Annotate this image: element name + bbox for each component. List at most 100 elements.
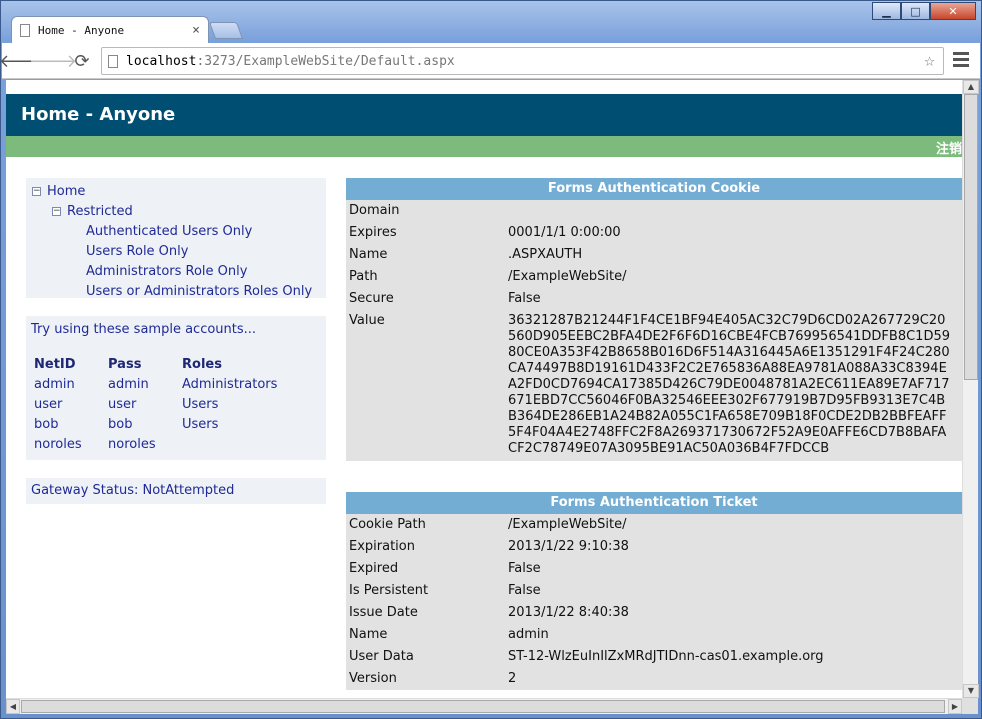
accounts-table: NetID Pass Roles admin admin Administrat…	[31, 354, 277, 454]
row-value: False	[508, 583, 541, 598]
row-key: Domain	[349, 203, 400, 218]
tree-node-restricted[interactable]: − Restricted	[26, 201, 326, 221]
address-bar[interactable]: localhost:3273/ExampleWebSite/Default.as…	[101, 47, 944, 75]
tree-node-authenticated[interactable]: Authenticated Users Only	[26, 221, 326, 241]
cell: noroles	[108, 436, 156, 452]
maximize-icon[interactable]: □	[901, 2, 930, 20]
tab-close-icon[interactable]: ×	[192, 23, 200, 38]
row-key: Secure	[349, 291, 394, 306]
table-header: NetID Pass Roles	[31, 354, 277, 374]
table-row: Expires 0001/1/1 0:00:00	[346, 222, 962, 244]
row-value: /ExampleWebSite/	[508, 517, 627, 532]
ticket-caption: Forms Authentication Ticket	[346, 492, 962, 514]
row-value: 0001/1/1 0:00:00	[508, 225, 621, 240]
row-key: Version	[349, 671, 397, 686]
scroll-down-icon[interactable]: ▼	[963, 684, 979, 698]
table-row: bob bob Users	[31, 414, 277, 434]
row-key: Value	[349, 313, 385, 328]
row-key: Expires	[349, 225, 397, 240]
table-row: user user Users	[31, 394, 277, 414]
vertical-scrollbar[interactable]: ▲ ▼	[962, 80, 979, 698]
row-value: 2	[508, 671, 517, 686]
horizontal-scrollbar[interactable]: ◀ ▶	[6, 698, 962, 714]
row-value: False	[508, 561, 541, 576]
table-row: Expiration 2013/1/22 9:10:38	[346, 536, 962, 558]
row-key: Cookie Path	[349, 517, 426, 532]
tree-node-home[interactable]: − Home	[26, 181, 326, 201]
browser-toolbar: 🡐 🡒 ⟳ localhost:3273/ExampleWebSite/Defa…	[0, 43, 980, 79]
table-row: Is Persistent False	[346, 580, 962, 602]
scroll-left-icon[interactable]: ◀	[6, 699, 20, 714]
table-row: Name .ASPXAUTH	[346, 244, 962, 266]
tree-label-home[interactable]: Home	[47, 184, 85, 199]
row-value: /ExampleWebSite/	[508, 269, 627, 284]
row-key: Name	[349, 627, 388, 642]
row-key: Path	[349, 269, 378, 284]
page-title: Home - Anyone	[6, 94, 962, 136]
auth-cookie-table: Forms Authentication Cookie Domain Expir…	[346, 178, 962, 461]
table-row: Issue Date 2013/1/22 8:40:38	[346, 602, 962, 624]
collapse-icon[interactable]: −	[32, 186, 41, 196]
cell: admin	[34, 376, 75, 392]
logout-link[interactable]: 注销	[936, 138, 962, 157]
window-controls: ▁ □ ✕	[872, 2, 976, 20]
auth-ticket-table: Forms Authentication Ticket Cookie Path /…	[346, 492, 962, 690]
scroll-thumb[interactable]	[964, 94, 978, 380]
star-icon[interactable]: ☆	[924, 50, 935, 71]
scroll-corner	[962, 698, 978, 714]
scroll-right-icon[interactable]: ▶	[948, 699, 962, 714]
page-viewport: Home - Anyone 注销 − Home − Restricted Aut…	[6, 80, 962, 698]
forward-arrow-icon[interactable]: 🡒	[29, 50, 77, 72]
row-key: Is Persistent	[349, 583, 429, 598]
row-key: Name	[349, 247, 388, 262]
table-row: Version 2	[346, 668, 962, 690]
page-icon	[20, 24, 30, 37]
tree-node-admin-role[interactable]: Administrators Role Only	[26, 261, 326, 281]
tree-label-restricted[interactable]: Restricted	[67, 204, 133, 219]
row-value: admin	[508, 627, 549, 642]
collapse-icon[interactable]: −	[52, 206, 61, 216]
url-path: :3273/ExampleWebSite/Default.aspx	[196, 53, 455, 69]
status-bar: 注销	[6, 136, 962, 157]
minimize-icon[interactable]: ▁	[872, 2, 901, 20]
cell: Users	[182, 416, 219, 432]
cell: user	[34, 396, 63, 412]
row-key: Expired	[349, 561, 399, 576]
table-row: User Data ST-12-WlzEuInIlZxMRdJTIDnn-cas0…	[346, 646, 962, 668]
browser-tab[interactable]: Home - Anyone ×	[11, 16, 209, 44]
new-tab-button[interactable]	[208, 22, 244, 39]
table-row: Expired False	[346, 558, 962, 580]
table-row: Name admin	[346, 624, 962, 646]
cell: Users	[182, 396, 219, 412]
scroll-up-icon[interactable]: ▲	[963, 80, 979, 94]
gateway-status: Gateway Status: NotAttempted	[26, 478, 326, 504]
row-value: 2013/1/22 8:40:38	[508, 605, 629, 620]
close-icon[interactable]: ✕	[930, 2, 976, 20]
tree-node-users-or-admin[interactable]: Users or Administrators Roles Only	[26, 281, 326, 301]
cookie-caption: Forms Authentication Cookie	[346, 178, 962, 200]
row-value	[508, 203, 953, 219]
sample-intro: Try using these sample accounts...	[31, 322, 257, 337]
table-row: Path/ExampleWebSite/	[346, 266, 962, 288]
reload-icon[interactable]: ⟳	[71, 50, 93, 72]
table-row: admin admin Administrators	[31, 374, 277, 394]
cell: bob	[34, 416, 59, 432]
tree-node-users-role[interactable]: Users Role Only	[26, 241, 326, 261]
cell: admin	[108, 376, 149, 392]
row-value: 2013/1/22 9:10:38	[508, 539, 629, 554]
menu-icon[interactable]	[953, 52, 969, 70]
browser-window: ▁ □ ✕ Home - Anyone × 🡐 🡒 ⟳ localhost:32…	[0, 0, 982, 719]
row-key: User Data	[349, 649, 414, 664]
row-value: False	[508, 291, 541, 306]
row-value: .ASPXAUTH	[508, 247, 583, 262]
cell: bob	[108, 416, 133, 432]
cell: Administrators	[182, 376, 278, 392]
sample-accounts: Try using these sample accounts... NetID…	[26, 316, 326, 460]
row-key: Expiration	[349, 539, 415, 554]
site-tree: − Home − Restricted Authenticated Users …	[26, 178, 326, 301]
table-row: Secure False	[346, 288, 962, 310]
page-icon	[108, 54, 118, 68]
scroll-thumb[interactable]	[21, 700, 945, 713]
tab-title: Home - Anyone	[38, 24, 125, 37]
row-key: Issue Date	[349, 605, 418, 620]
